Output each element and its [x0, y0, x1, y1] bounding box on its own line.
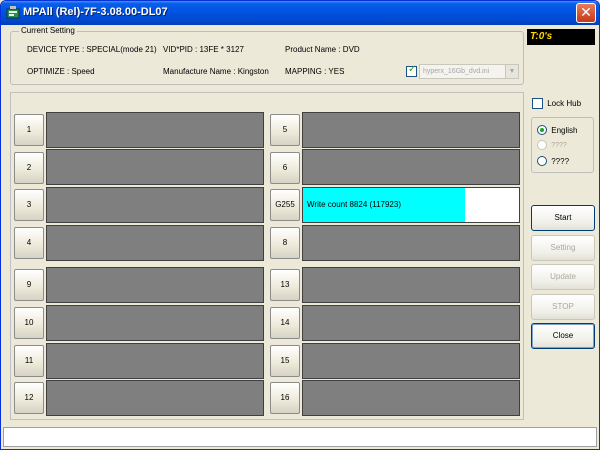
port-slot-1 [46, 112, 264, 148]
port-button-12[interactable]: 12 [14, 382, 44, 414]
app-icon [6, 6, 20, 19]
ini-file-value: hyperx_16Gb_dvd.ini [423, 68, 490, 75]
port-button-3[interactable]: 3 [14, 189, 44, 221]
port-slot-13 [302, 267, 520, 303]
lock-hub-checkbox[interactable] [532, 98, 543, 109]
product-name-label: Product Name : DVD [285, 45, 360, 54]
port-slot-16 [302, 380, 520, 416]
stop-button: STOP [531, 294, 595, 320]
setting-button: Setting [531, 235, 595, 261]
port-slot-5 [302, 112, 520, 148]
port-slot-3 [46, 187, 264, 223]
language-2-label: ???? [551, 141, 567, 149]
port-button-13[interactable]: 13 [270, 269, 300, 301]
close-button[interactable]: Close [531, 323, 595, 349]
language-2-radio [537, 140, 547, 150]
start-button[interactable]: Start [531, 205, 595, 231]
current-setting-legend: Current Setting [19, 26, 77, 35]
port-button-1[interactable]: 1 [14, 114, 44, 146]
close-icon: ✕ [580, 4, 592, 20]
device-type-label: DEVICE TYPE : SPECIAL(mode 21) [27, 45, 157, 54]
manufacture-name-label: Manufacture Name : Kingston [163, 67, 269, 76]
english-label: English [551, 125, 578, 135]
port-slot-11 [46, 343, 264, 379]
port-button-g255[interactable]: G255 [270, 189, 300, 221]
port-slot-4 [46, 225, 264, 261]
ini-enable-checkbox[interactable] [406, 64, 417, 77]
port-slot-6 [302, 149, 520, 185]
port-status-g255: Write count 8824 (117923) [307, 200, 401, 209]
port-button-16[interactable]: 16 [270, 382, 300, 414]
status-bar [3, 427, 597, 447]
port-button-6[interactable]: 6 [270, 152, 300, 184]
english-radio[interactable] [537, 125, 547, 135]
chevron-down-icon[interactable]: ▼ [505, 65, 518, 78]
lock-hub-label: Lock Hub [547, 99, 582, 108]
lock-hub-option[interactable]: Lock Hub [532, 98, 581, 109]
port-button-10[interactable]: 10 [14, 307, 44, 339]
port-button-14[interactable]: 14 [270, 307, 300, 339]
port-button-15[interactable]: 15 [270, 345, 300, 377]
port-button-8[interactable]: 8 [270, 227, 300, 259]
language-option-3[interactable]: ???? [537, 156, 569, 166]
port-slot-10 [46, 305, 264, 341]
port-slot-2 [46, 149, 264, 185]
language-3-radio[interactable] [537, 156, 547, 166]
ini-file-select[interactable]: hyperx_16Gb_dvd.ini ▼ [419, 64, 519, 79]
port-slot-15 [302, 343, 520, 379]
port-button-11[interactable]: 11 [14, 345, 44, 377]
port-slot-12 [46, 380, 264, 416]
optimize-label: OPTIMIZE : Speed [27, 67, 95, 76]
port-button-5[interactable]: 5 [270, 114, 300, 146]
language-option-2: ???? [537, 140, 567, 150]
port-button-2[interactable]: 2 [14, 152, 44, 184]
port-slot-g255: Write count 8824 (117923) [302, 187, 520, 223]
title-bar[interactable]: MPAll (Rel)-7F-3.08.00-DL07 ✕ [1, 1, 599, 25]
port-slot-8 [302, 225, 520, 261]
port-button-9[interactable]: 9 [14, 269, 44, 301]
port-slot-14 [302, 305, 520, 341]
window-close-button[interactable]: ✕ [576, 3, 596, 23]
elapsed-timer: T:0's [527, 29, 595, 45]
main-window: MPAll (Rel)-7F-3.08.00-DL07 ✕ Current Se… [0, 0, 600, 450]
window-title: MPAll (Rel)-7F-3.08.00-DL07 [23, 6, 168, 18]
mapping-label: MAPPING : YES [285, 67, 345, 76]
language-3-label: ???? [551, 156, 570, 166]
vid-pid-label: VID*PID : 13FE * 3127 [163, 45, 244, 54]
update-button: Update [531, 264, 595, 290]
port-slot-9 [46, 267, 264, 303]
language-option-english[interactable]: English [537, 125, 577, 135]
port-button-4[interactable]: 4 [14, 227, 44, 259]
